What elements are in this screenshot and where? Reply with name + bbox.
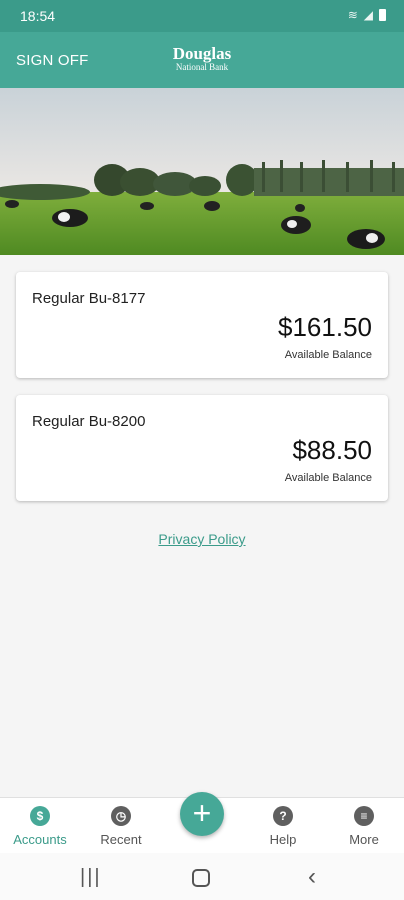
privacy-section: Privacy Policy: [0, 531, 404, 549]
privacy-policy-link[interactable]: Privacy Policy: [158, 531, 245, 547]
account-balance: $161.50: [278, 312, 372, 342]
status-bar: 18:54 ≋ ◢: [0, 0, 404, 32]
system-navigation-bar: ||| ‹: [0, 853, 404, 900]
account-balance: $88.50: [292, 435, 372, 465]
balance-label: Available Balance: [284, 472, 372, 484]
nav-recent[interactable]: ◷ Recent: [81, 798, 161, 854]
add-button[interactable]: +: [180, 792, 224, 836]
account-card[interactable]: Regular Bu-8200 $88.50 Available Balance: [16, 395, 388, 501]
recents-icon[interactable]: |||: [80, 867, 102, 887]
nav-accounts-label: Accounts: [13, 832, 67, 847]
bank-logo: Douglas National Bank: [170, 44, 234, 72]
logo-title: Douglas: [172, 44, 232, 63]
menu-icon: ≡: [354, 806, 374, 826]
nav-recent-label: Recent: [100, 832, 142, 847]
account-name: Regular Bu-8200: [32, 413, 146, 430]
account-card[interactable]: Regular Bu-8177 $161.50 Available Balanc…: [16, 272, 388, 378]
pasture-illustration: [0, 88, 404, 255]
nav-more[interactable]: ≡ More: [324, 798, 404, 854]
home-icon[interactable]: [192, 869, 210, 887]
back-icon[interactable]: ‹: [308, 865, 316, 889]
nav-help-label: Help: [269, 832, 297, 847]
status-time: 18:54: [20, 8, 56, 24]
plus-icon: +: [192, 795, 212, 831]
hero-image: [0, 88, 404, 255]
balance-label: Available Balance: [284, 349, 372, 361]
battery-icon: [379, 9, 386, 21]
app-header: SIGN OFF Douglas National Bank: [0, 32, 404, 88]
account-name: Regular Bu-8177: [32, 290, 146, 307]
help-icon: ?: [273, 806, 293, 826]
dollar-icon: $: [30, 806, 50, 826]
clock-icon: ◷: [111, 806, 131, 826]
sign-off-button[interactable]: SIGN OFF: [16, 52, 88, 69]
wifi-icon: ≋: [347, 8, 358, 22]
nav-help[interactable]: ? Help: [243, 798, 323, 854]
status-icons: ≋ ◢: [348, 8, 386, 22]
nav-more-label: More: [349, 832, 379, 847]
logo-subtitle: National Bank: [175, 62, 229, 72]
signal-icon: ◢: [363, 8, 373, 22]
nav-accounts[interactable]: $ Accounts: [0, 798, 80, 854]
